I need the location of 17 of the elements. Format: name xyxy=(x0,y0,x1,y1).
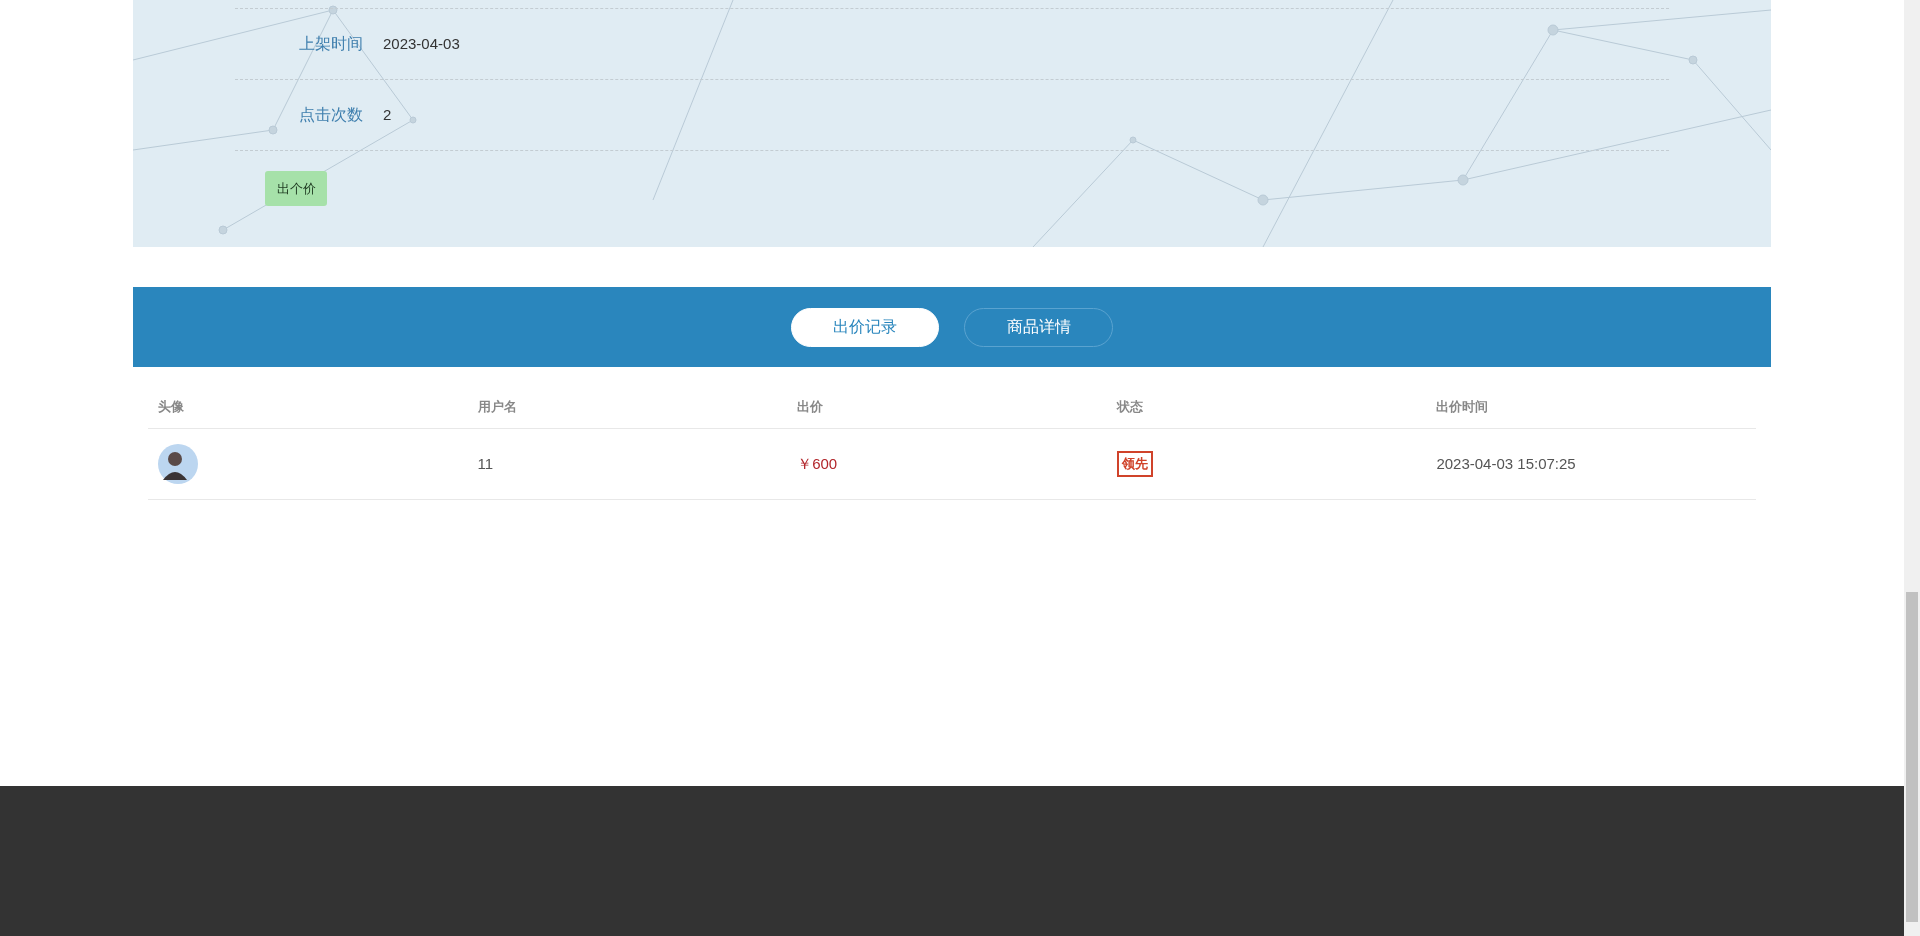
column-header: 头像 xyxy=(158,398,184,414)
field-label: 点击次数 xyxy=(298,105,363,125)
bid-button[interactable]: 出个价 xyxy=(265,171,327,206)
field-label: 上架时间 xyxy=(298,34,363,54)
field-value: 2 xyxy=(383,104,392,125)
table-cell: 11 xyxy=(477,455,494,472)
column-header: 用户名 xyxy=(477,398,517,414)
table-cell: 2023-04-03 15:07:25 xyxy=(1436,455,1576,472)
table-cell: ￥600 xyxy=(797,455,838,472)
column-header: 状态 xyxy=(1116,398,1143,414)
scrollbar[interactable] xyxy=(1904,0,1920,936)
field-value: 2023-04-03 xyxy=(383,33,460,54)
column-header: 出价时间 xyxy=(1436,398,1489,414)
avatar xyxy=(158,444,198,484)
status-tag: 领先 xyxy=(1116,451,1153,477)
column-header: 出价 xyxy=(797,398,824,414)
tab[interactable]: 出价记录 xyxy=(791,307,939,347)
